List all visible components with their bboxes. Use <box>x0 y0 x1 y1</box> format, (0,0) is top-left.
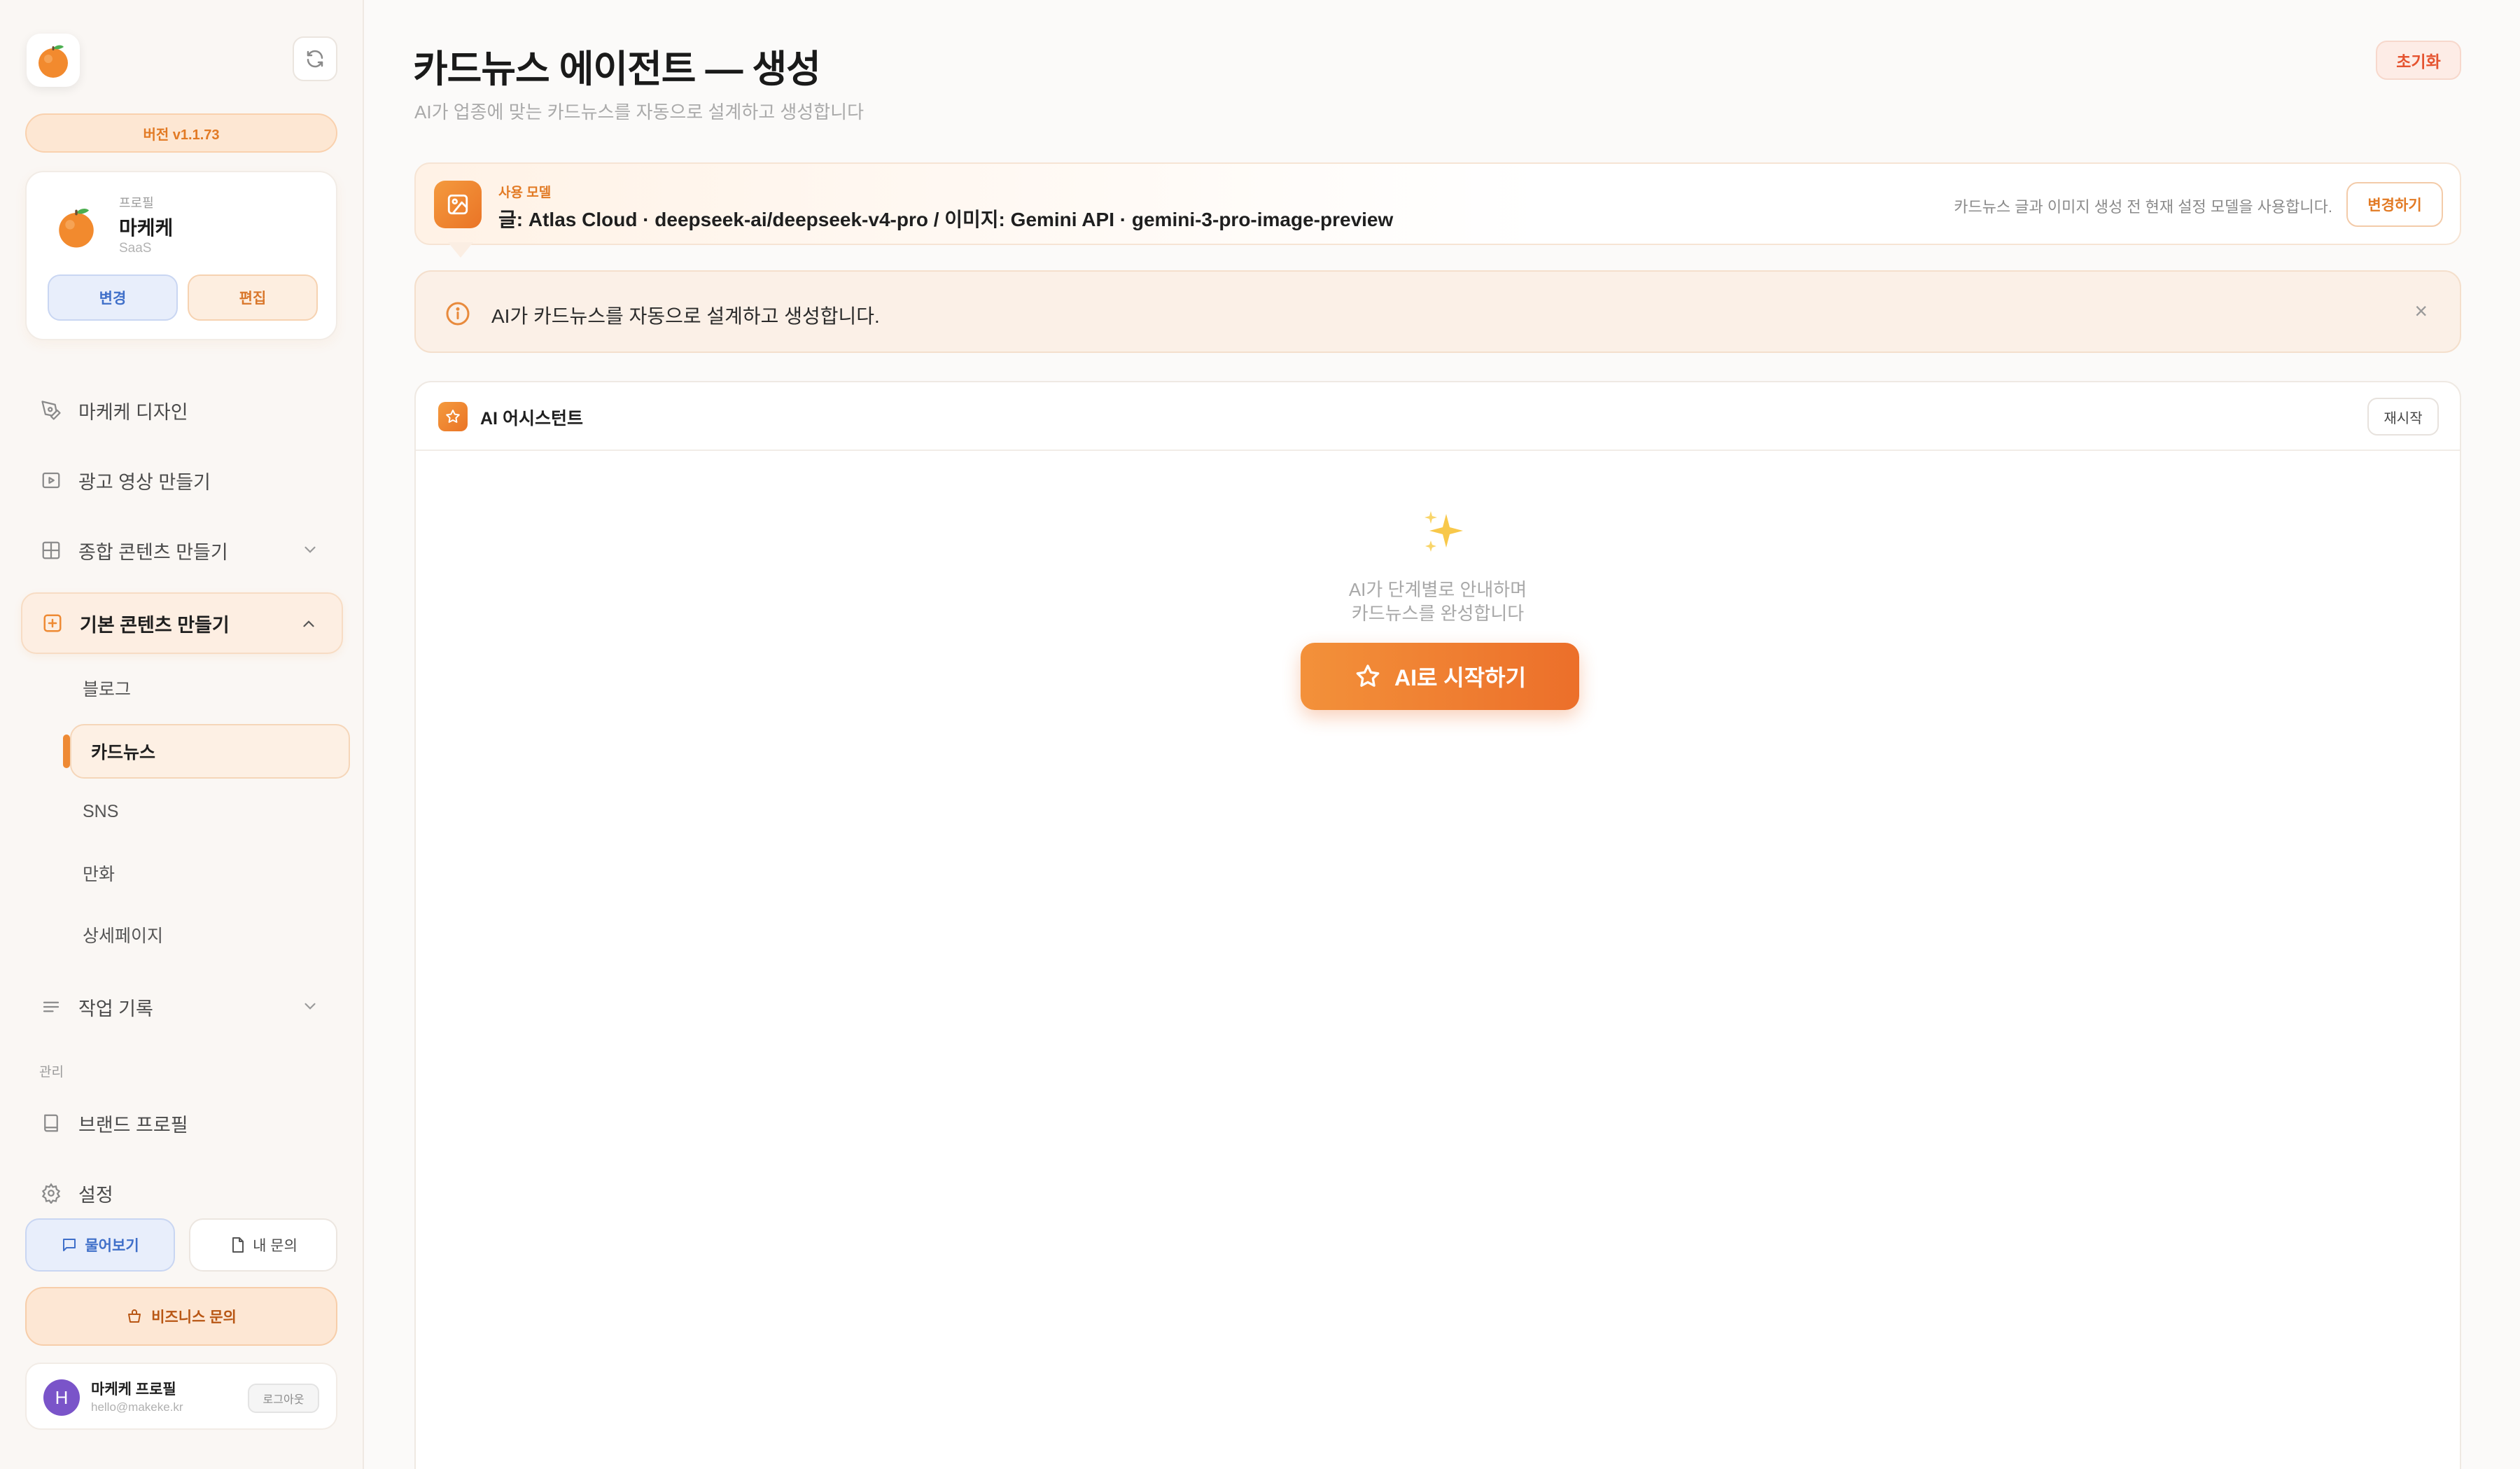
pen-tool-icon <box>39 398 63 422</box>
restart-button[interactable]: 재시작 <box>2367 398 2439 436</box>
sub-item-detail-page[interactable]: 상세페이지 <box>71 907 351 962</box>
gear-icon <box>39 1181 63 1205</box>
start-ai-button[interactable]: AI로 시작하기 <box>1301 643 1579 710</box>
nav-label-combined: 종합 콘텐츠 만들기 <box>78 541 228 563</box>
nav-item-ad-video[interactable]: 광고 영상 만들기 <box>21 450 343 511</box>
assistant-header: AI 어시스턴트 재시작 <box>416 382 2460 451</box>
nav-item-history[interactable]: 작업 기록 <box>21 976 343 1038</box>
callout-pointer <box>448 242 473 258</box>
model-note: 카드뉴스 글과 이미지 생성 전 현재 설정 모델을 사용합니다. <box>1954 198 2332 216</box>
nav-item-combined[interactable]: 종합 콘텐츠 만들기 <box>21 520 343 581</box>
grid-icon <box>39 538 63 562</box>
sub-item-comic[interactable]: 만화 <box>71 846 351 900</box>
profile-label: 프로필 <box>119 196 154 210</box>
assistant-panel: AI 어시스턴트 재시작 AI가 단계별로 안내하며 카드뉴스를 완성합니다 A… <box>414 381 2461 1469</box>
book-icon <box>39 1111 63 1135</box>
model-value: 글: Atlas Cloud · deepseek-ai/deepseek-v4… <box>498 209 1394 230</box>
nav-item-settings[interactable]: 설정 <box>21 1162 343 1224</box>
nav-item-design[interactable]: 마케케 디자인 <box>21 380 343 441</box>
sparkles-icon <box>1424 511 1463 552</box>
user-name: 마케케 프로필 <box>91 1381 176 1398</box>
business-inquiry-button[interactable]: 비즈니스 문의 <box>25 1287 337 1346</box>
my-inquiry-label: 내 문의 <box>253 1238 298 1254</box>
chevron-down-icon <box>304 1003 316 1010</box>
nav-label-basic: 기본 콘텐츠 만들기 <box>80 614 230 636</box>
list-icon <box>39 995 63 1019</box>
sidebar: 버전 v1.1.73 프로필 마케케 SaaS 변경 편집 마케케 디자인 광고… <box>0 0 364 1469</box>
profile-name: 마케케 <box>119 217 174 239</box>
user-card: H 마케케 프로필 hello@makeke.kr 로그아웃 <box>25 1363 337 1430</box>
model-bar: 사용 모델 글: Atlas Cloud · deepseek-ai/deeps… <box>414 162 2461 245</box>
refresh-icon <box>307 50 323 68</box>
logout-button[interactable]: 로그아웃 <box>248 1384 319 1413</box>
chevron-up-icon <box>303 620 314 627</box>
avatar[interactable]: H <box>43 1379 80 1416</box>
nav-label-design: 마케케 디자인 <box>78 401 188 423</box>
info-banner: AI가 카드뉴스를 자동으로 설계하고 생성합니다. × <box>414 270 2461 353</box>
nav-label-settings: 설정 <box>78 1184 113 1206</box>
business-inquiry-label: 비즈니스 문의 <box>151 1309 237 1325</box>
nav-label-brand-profile: 브랜드 프로필 <box>78 1114 188 1136</box>
image-icon <box>434 181 482 228</box>
active-indicator <box>63 734 70 768</box>
star-icon <box>1356 664 1380 687</box>
nav-item-basic[interactable]: 기본 콘텐츠 만들기 <box>21 592 343 654</box>
sub-item-cardnews[interactable]: 카드뉴스 <box>70 724 350 779</box>
empty-state-line-2: 카드뉴스를 완성합니다 <box>1351 603 1525 624</box>
version-badge: 버전 v1.1.73 <box>25 113 337 153</box>
star-icon <box>438 402 468 431</box>
chat-icon <box>63 1239 76 1251</box>
nav-item-brand-profile[interactable]: 브랜드 프로필 <box>21 1092 343 1154</box>
ask-button[interactable]: 물어보기 <box>25 1218 175 1272</box>
basket-icon <box>128 1309 141 1323</box>
video-icon <box>39 468 63 492</box>
profile-card: 프로필 마케케 SaaS 변경 편집 <box>25 171 337 340</box>
reset-button[interactable]: 초기화 <box>2376 41 2461 80</box>
profile-edit-button[interactable]: 편집 <box>188 274 318 321</box>
section-label-admin: 관리 <box>39 1065 64 1080</box>
sub-item-sns[interactable]: SNS <box>71 784 351 839</box>
close-icon[interactable]: × <box>2414 298 2428 324</box>
sub-item-blog[interactable]: 블로그 <box>71 661 351 716</box>
empty-state-line-1: AI가 단계별로 안내하며 <box>1348 579 1527 600</box>
ask-label: 물어보기 <box>85 1238 139 1254</box>
profile-change-button[interactable]: 변경 <box>48 274 178 321</box>
plus-square-icon <box>41 611 64 635</box>
app-logo[interactable] <box>27 34 80 87</box>
file-icon <box>232 1237 244 1253</box>
start-ai-label: AI로 시작하기 <box>1394 665 1527 690</box>
my-inquiry-button[interactable]: 내 문의 <box>189 1218 337 1272</box>
info-text: AI가 카드뉴스를 자동으로 설계하고 생성합니다. <box>491 305 880 327</box>
user-email: hello@makeke.kr <box>91 1400 183 1414</box>
orange-logo-icon <box>38 45 68 78</box>
info-icon <box>446 302 470 326</box>
chevron-down-icon <box>304 546 316 553</box>
page-subtitle: AI가 업종에 맞는 카드뉴스를 자동으로 설계하고 생성합니다 <box>414 102 864 123</box>
model-change-button[interactable]: 변경하기 <box>2346 182 2443 227</box>
refresh-button[interactable] <box>293 36 337 81</box>
nav-label-history: 작업 기록 <box>78 998 153 1019</box>
nav-label-ad-video: 광고 영상 만들기 <box>78 471 211 493</box>
profile-orange-icon <box>59 209 94 248</box>
model-label: 사용 모델 <box>498 186 552 200</box>
page-title: 카드뉴스 에이전트 — 생성 <box>413 48 821 90</box>
assistant-title: AI 어시스턴트 <box>480 409 583 429</box>
profile-plan: SaaS <box>119 241 152 256</box>
